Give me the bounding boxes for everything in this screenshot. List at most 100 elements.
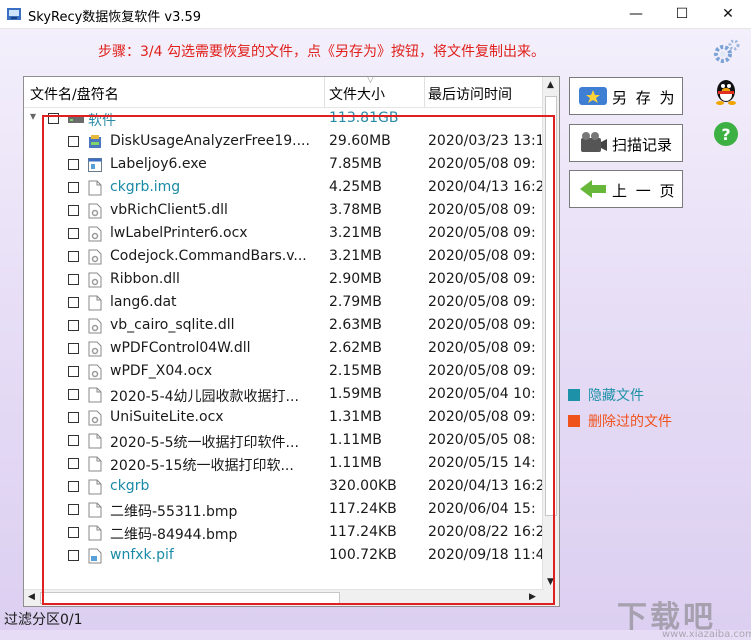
file-row[interactable]: wnfxk.pif 100.72KB 2020/09/18 11:4 bbox=[24, 545, 544, 568]
file-checkbox[interactable] bbox=[68, 274, 79, 285]
file-row[interactable]: 2020-5-15统一收据打印软... 1.11MB 2020/05/15 14: bbox=[24, 453, 544, 476]
file-name: ckgrb bbox=[110, 478, 150, 494]
file-row[interactable]: 二维码-55311.bmp 117.24KB 2020/06/04 15: bbox=[24, 499, 544, 522]
pif-icon bbox=[88, 548, 102, 564]
settings-gear-icon[interactable] bbox=[711, 37, 741, 67]
close-button[interactable]: ✕ bbox=[705, 0, 751, 28]
window-title: SkyRecy数据恢复软件 v3.59 bbox=[28, 10, 202, 25]
file-row[interactable]: ckgrb.img 4.25MB 2020/04/13 16:2 bbox=[24, 177, 544, 200]
left-arrow-icon bbox=[580, 180, 606, 198]
list-header: 文件名/盘符名 ▽ 文件大小 最后访问时间 bbox=[24, 77, 544, 108]
file-checkbox[interactable] bbox=[68, 550, 79, 561]
qq-penguin-icon[interactable] bbox=[711, 77, 741, 107]
file-row[interactable]: ckgrb 320.00KB 2020/04/13 16:2 bbox=[24, 476, 544, 499]
scroll-down-arrow-icon[interactable]: ▼ bbox=[547, 577, 554, 587]
column-divider[interactable] bbox=[424, 77, 425, 107]
dll-icon bbox=[88, 226, 102, 242]
file-checkbox[interactable] bbox=[68, 412, 79, 423]
column-divider[interactable] bbox=[324, 77, 325, 107]
file-checkbox[interactable] bbox=[68, 251, 79, 262]
file-icon bbox=[88, 456, 102, 472]
file-checkbox[interactable] bbox=[68, 320, 79, 331]
column-header-size[interactable]: 文件大小 bbox=[329, 84, 385, 104]
file-row[interactable]: Ribbon.dll 2.90MB 2020/05/08 09: bbox=[24, 269, 544, 292]
help-icon[interactable]: ? bbox=[711, 119, 741, 149]
scroll-left-arrow-icon[interactable]: ◀ bbox=[28, 592, 35, 602]
file-row[interactable]: wPDFControl04W.dll 2.62MB 2020/05/08 09: bbox=[24, 338, 544, 361]
save-as-button[interactable]: 另 存 为 bbox=[569, 77, 683, 115]
file-name: wPDFControl04W.dll bbox=[110, 340, 251, 356]
file-icon bbox=[88, 479, 102, 495]
file-size: 1.59MB bbox=[329, 386, 382, 402]
file-checkbox[interactable] bbox=[68, 182, 79, 193]
folder-checkbox[interactable] bbox=[48, 113, 59, 124]
file-row[interactable]: 二维码-84944.bmp 117.24KB 2020/08/22 16:2 bbox=[24, 522, 544, 545]
folder-name: 软件 bbox=[88, 113, 116, 129]
file-checkbox[interactable] bbox=[68, 504, 79, 515]
file-checkbox[interactable] bbox=[68, 343, 79, 354]
file-checkbox[interactable] bbox=[68, 366, 79, 377]
file-size: 1.31MB bbox=[329, 409, 382, 425]
file-row[interactable]: 2020-5-5统一收据打印软件... 1.11MB 2020/05/05 08: bbox=[24, 430, 544, 453]
dll-icon bbox=[88, 203, 102, 219]
file-row[interactable]: vb_cairo_sqlite.dll 2.63MB 2020/05/08 09: bbox=[24, 315, 544, 338]
file-row[interactable]: DiskUsageAnalyzerFree19.... 29.60MB 2020/0… bbox=[24, 131, 544, 154]
file-checkbox[interactable] bbox=[68, 527, 79, 538]
file-access-time: 2020/05/08 09: bbox=[428, 409, 536, 425]
file-checkbox[interactable] bbox=[68, 481, 79, 492]
scroll-up-arrow-icon[interactable]: ▲ bbox=[547, 80, 554, 90]
dll-icon bbox=[88, 272, 102, 288]
minimize-button[interactable]: — bbox=[613, 0, 659, 28]
file-row[interactable]: Codejock.CommandBars.v... 3.21MB 2020/05/0… bbox=[24, 246, 544, 269]
list-rows: ▾ 软件 113.81GB DiskUsageAnalyzerFree19...… bbox=[24, 108, 544, 591]
file-checkbox[interactable] bbox=[68, 435, 79, 446]
expand-toggle-icon[interactable]: ▾ bbox=[30, 109, 36, 123]
file-checkbox[interactable] bbox=[68, 136, 79, 147]
file-row[interactable]: Labeljoy6.exe 7.85MB 2020/05/08 09: bbox=[24, 154, 544, 177]
vertical-scroll-thumb[interactable] bbox=[545, 96, 557, 516]
file-access-time: 2020/05/04 10: bbox=[428, 386, 536, 402]
file-icon bbox=[88, 387, 102, 403]
scroll-right-arrow-icon[interactable]: ▶ bbox=[529, 592, 536, 602]
scan-log-button[interactable]: 扫描记录 bbox=[569, 124, 683, 162]
horizontal-scrollbar[interactable]: ◀ ▶ bbox=[24, 589, 544, 606]
scroll-corner bbox=[543, 590, 559, 606]
file-access-time: 2020/04/13 16:2 bbox=[428, 478, 544, 494]
vertical-scrollbar[interactable]: ▲ ▼ bbox=[542, 77, 559, 591]
svg-text:?: ? bbox=[721, 125, 730, 144]
file-checkbox[interactable] bbox=[68, 205, 79, 216]
folder-row[interactable]: ▾ 软件 113.81GB bbox=[24, 108, 544, 131]
file-name: 二维码-55311.bmp bbox=[110, 504, 238, 520]
file-row[interactable]: vbRichClient5.dll 3.78MB 2020/05/08 09: bbox=[24, 200, 544, 223]
file-size: 1.11MB bbox=[329, 455, 382, 471]
file-size: 4.25MB bbox=[329, 179, 382, 195]
legend-deleted-swatch bbox=[568, 415, 580, 427]
file-row[interactable]: lwLabelPrinter6.ocx 3.21MB 2020/05/08 09: bbox=[24, 223, 544, 246]
file-access-time: 2020/05/08 09: bbox=[428, 317, 536, 333]
file-size: 2.90MB bbox=[329, 271, 382, 287]
file-checkbox[interactable] bbox=[68, 228, 79, 239]
column-header-name[interactable]: 文件名/盘符名 bbox=[30, 84, 119, 104]
file-name: vbRichClient5.dll bbox=[110, 202, 228, 218]
prev-page-button[interactable]: 上 一 页 bbox=[569, 170, 683, 208]
file-icon bbox=[88, 502, 102, 518]
drive-icon bbox=[68, 117, 84, 123]
file-checkbox[interactable] bbox=[68, 297, 79, 308]
exe-icon bbox=[88, 158, 102, 172]
file-name: 2020-5-15统一收据打印软... bbox=[110, 458, 294, 474]
save-as-label: 另 存 为 bbox=[612, 89, 677, 107]
file-row[interactable]: UniSuiteLite.ocx 1.31MB 2020/05/08 09: bbox=[24, 407, 544, 430]
file-row[interactable]: lang6.dat 2.79MB 2020/05/08 09: bbox=[24, 292, 544, 315]
file-checkbox[interactable] bbox=[68, 458, 79, 469]
file-row[interactable]: wPDF_X04.ocx 2.15MB 2020/05/08 09: bbox=[24, 361, 544, 384]
column-header-date[interactable]: 最后访问时间 bbox=[428, 84, 512, 104]
dll-icon bbox=[88, 364, 102, 380]
file-checkbox[interactable] bbox=[68, 389, 79, 400]
file-checkbox[interactable] bbox=[68, 159, 79, 170]
file-row[interactable]: 2020-5-4幼儿园收款收据打... 1.59MB 2020/05/04 10: bbox=[24, 384, 544, 407]
file-size: 2.79MB bbox=[329, 294, 382, 310]
maximize-button[interactable]: ☐ bbox=[659, 0, 705, 28]
file-access-time: 2020/09/18 11:4 bbox=[428, 547, 544, 563]
horizontal-scroll-thumb[interactable] bbox=[40, 592, 340, 604]
file-access-time: 2020/04/13 16:2 bbox=[428, 179, 544, 195]
